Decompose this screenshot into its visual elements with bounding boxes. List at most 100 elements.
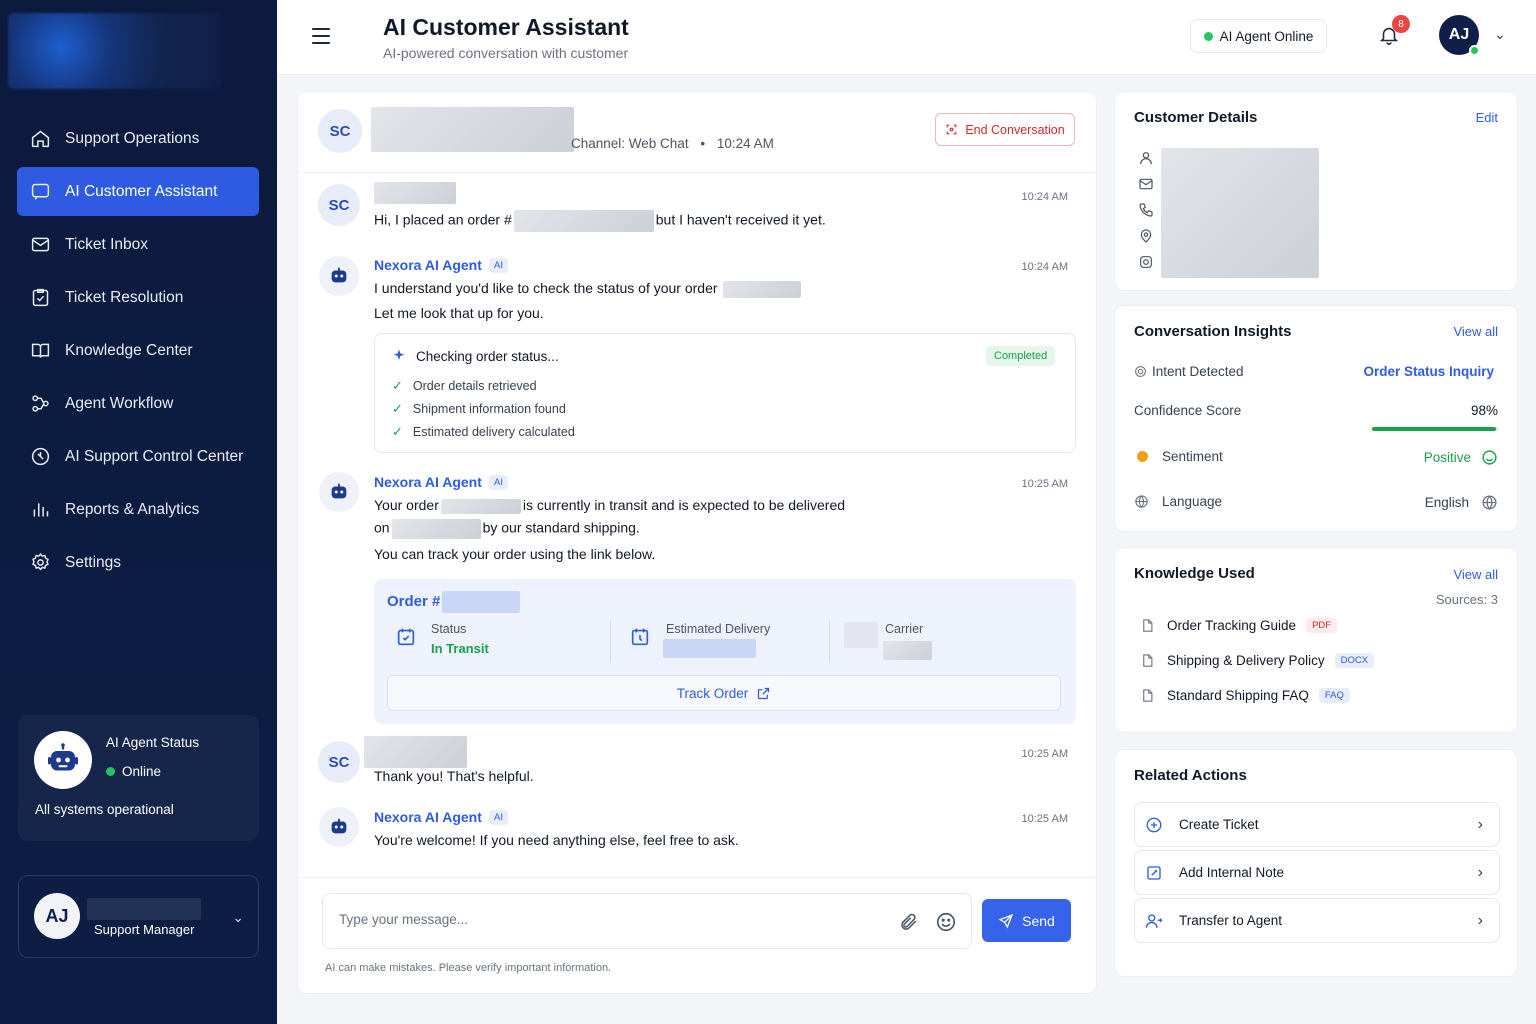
- message-text: on by our standard shipping.: [374, 519, 640, 539]
- chevron-down-icon[interactable]: ⌄: [1494, 26, 1506, 43]
- chevron-right-icon: ›: [1477, 815, 1483, 833]
- channel-label: Channel: Web Chat: [571, 136, 689, 151]
- sidebar-item-support-operations[interactable]: Support Operations: [17, 114, 259, 163]
- edit-link[interactable]: Edit: [1476, 110, 1498, 125]
- ai-disclaimer: AI can make mistakes. Please verify impo…: [325, 962, 612, 974]
- sidebar-nav: Support Operations AI Customer Assistant…: [17, 114, 259, 591]
- sidebar-item-ai-support-control-center[interactable]: AI Support Control Center: [17, 432, 259, 481]
- message-line: Let me look that up for you.: [374, 305, 544, 321]
- robot-icon: [34, 731, 92, 789]
- carrier-label: Carrier: [885, 622, 924, 636]
- order-number-redacted: [440, 498, 521, 514]
- top-header: AI Customer Assistant AI-powered convers…: [277, 0, 1536, 75]
- customer-info-redacted: [1161, 148, 1319, 278]
- user-profile-card[interactable]: AJ Support Manager ⌄: [18, 875, 259, 958]
- action-label: Create Ticket: [1179, 817, 1259, 832]
- globe-icon: [1482, 495, 1497, 510]
- send-label: Send: [1022, 912, 1055, 929]
- bar-chart-icon: [29, 499, 51, 521]
- document-icon: [1143, 689, 1153, 702]
- status-online: Online: [106, 764, 161, 779]
- check-step: ✓ Shipment information found: [392, 401, 566, 417]
- knowledge-item[interactable]: Standard Shipping FAQ FAQ: [1140, 688, 1350, 703]
- book-icon: [29, 340, 51, 362]
- carrier-name-redacted: [883, 641, 932, 660]
- user-transfer-icon: [1145, 912, 1165, 930]
- mail-icon: [1139, 178, 1153, 190]
- message-input-box: [322, 893, 972, 949]
- customer-avatar: SC: [318, 184, 360, 226]
- check-icon: ✓: [392, 424, 403, 439]
- file-type-badge: FAQ: [1318, 688, 1350, 703]
- language-row: Language: [1134, 494, 1222, 509]
- page-title: AI Customer Assistant: [383, 14, 629, 40]
- message-line: I understand you'd like to check the sta…: [374, 280, 718, 296]
- phone-icon: [1139, 203, 1153, 217]
- view-all-link[interactable]: View all: [1453, 324, 1498, 339]
- sentiment-value-wrap: Positive: [1424, 449, 1498, 466]
- agent-name: Nexora AI Agent: [374, 257, 482, 273]
- menu-icon[interactable]: [312, 28, 330, 49]
- action-label: Add Internal Note: [1179, 865, 1285, 880]
- emoji-icon[interactable]: [935, 911, 957, 933]
- target-icon: [1135, 366, 1146, 377]
- message-time: 10:24 AM: [1021, 261, 1068, 273]
- knowledge-item[interactable]: Shipping & Delivery Policy DOCX: [1140, 653, 1375, 668]
- sidebar-item-label: Ticket Inbox: [65, 235, 148, 253]
- brand-logo[interactable]: [8, 13, 222, 89]
- sidebar-item-settings[interactable]: Settings: [17, 538, 259, 587]
- agent-status-pill[interactable]: AI Agent Online: [1190, 19, 1327, 53]
- sidebar-item-knowledge-center[interactable]: Knowledge Center: [17, 326, 259, 375]
- control-icon: [29, 446, 51, 468]
- page-subtitle: AI-powered conversation with customer: [383, 45, 629, 61]
- paperclip-icon[interactable]: [899, 912, 919, 932]
- ai-agent-status-card: AI Agent Status Online All systems opera…: [18, 715, 259, 841]
- transfer-to-agent-button[interactable]: Transfer to Agent ›: [1134, 898, 1500, 943]
- intent-label: Intent Detected: [1152, 364, 1244, 379]
- confidence-bar-fill: [1372, 427, 1497, 431]
- view-all-link[interactable]: View all: [1453, 567, 1498, 582]
- confidence-label: Confidence Score: [1134, 403, 1242, 418]
- sidebar-item-ticket-resolution[interactable]: Ticket Resolution: [17, 273, 259, 322]
- customer-details-panel: Customer Details Edit: [1114, 91, 1518, 291]
- check-title: Checking order status...: [416, 349, 559, 364]
- status-value: Online: [122, 764, 162, 779]
- knowledge-item-name: Shipping & Delivery Policy: [1167, 653, 1325, 668]
- sidebar: Support Operations AI Customer Assistant…: [0, 0, 277, 1024]
- chevron-down-icon[interactable]: ⌄: [232, 909, 244, 926]
- add-internal-note-button[interactable]: Add Internal Note ›: [1134, 850, 1500, 895]
- track-order-button[interactable]: Track Order: [387, 675, 1061, 711]
- message-input[interactable]: [339, 912, 879, 927]
- end-conversation-button[interactable]: End Conversation: [935, 113, 1075, 146]
- panel-title: Related Actions: [1134, 767, 1247, 784]
- send-button[interactable]: Send: [982, 899, 1071, 942]
- knowledge-item[interactable]: Order Tracking Guide PDF: [1140, 618, 1338, 633]
- carrier-logo-redacted: [844, 622, 878, 648]
- plus-circle-icon: [1145, 816, 1165, 834]
- check-step-label: Shipment information found: [412, 402, 566, 416]
- message-text-start: on: [374, 519, 390, 536]
- sidebar-item-label: AI Customer Assistant: [65, 182, 218, 200]
- sidebar-item-ai-customer-assistant[interactable]: AI Customer Assistant: [17, 167, 259, 216]
- sidebar-item-reports-analytics[interactable]: Reports & Analytics: [17, 485, 259, 534]
- end-conversation-label: End Conversation: [965, 122, 1065, 137]
- chat-icon: [29, 181, 51, 203]
- status-message: All systems operational: [35, 802, 174, 817]
- related-actions-panel: Related Actions Create Ticket › Add Inte…: [1114, 749, 1518, 977]
- knowledge-used-panel: Knowledge Used View all Sources: 3 Order…: [1114, 547, 1518, 733]
- check-step-label: Estimated delivery calculated: [412, 425, 575, 439]
- message-time: 10:24 AM: [1021, 191, 1068, 203]
- sidebar-item-agent-workflow[interactable]: Agent Workflow: [17, 379, 259, 428]
- sentiment-row: Sentiment: [1134, 449, 1223, 464]
- message-text-start: Hi, I placed an order #: [374, 211, 512, 228]
- gear-icon: [29, 552, 51, 574]
- track-order-label: Track Order: [676, 685, 749, 701]
- create-ticket-button[interactable]: Create Ticket ›: [1134, 802, 1500, 847]
- clipboard-check-icon: [29, 287, 51, 309]
- sidebar-item-ticket-inbox[interactable]: Ticket Inbox: [17, 220, 259, 269]
- sidebar-item-label: Settings: [65, 553, 122, 571]
- order-card: Order # Status In Transit Estimated Deli…: [374, 579, 1076, 724]
- language-value-wrap: English: [1425, 494, 1498, 511]
- external-link-icon: [758, 687, 770, 699]
- file-type-badge: DOCX: [1334, 653, 1375, 668]
